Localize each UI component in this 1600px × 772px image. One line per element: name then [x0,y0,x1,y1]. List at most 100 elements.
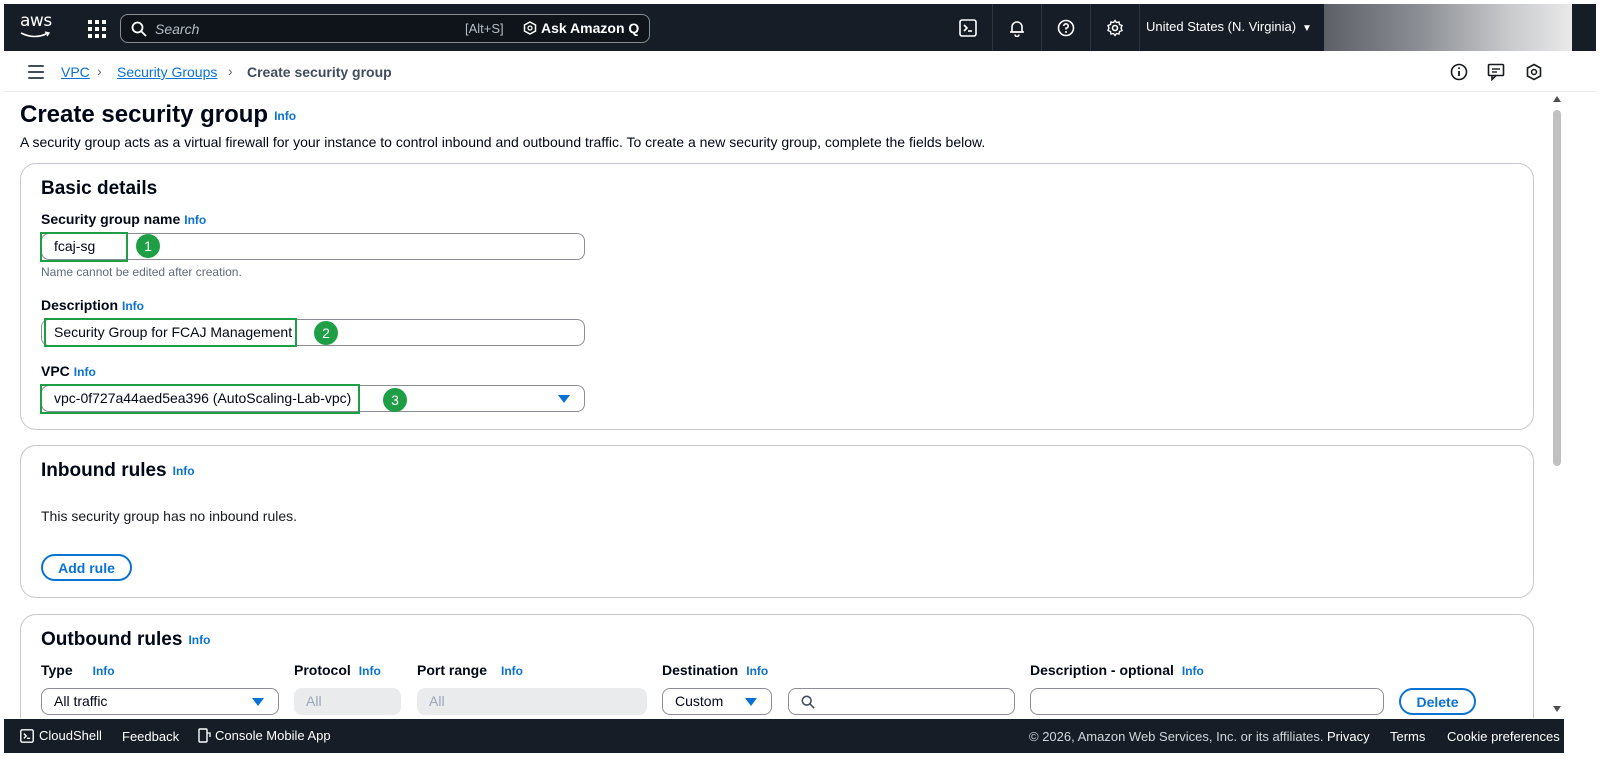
footer: CloudShell Feedback Console Mobile App ©… [4,719,1564,753]
scroll-down-icon[interactable] [1553,706,1561,712]
search-icon [131,21,147,37]
footer-mobile-app-label: Console Mobile App [215,728,331,743]
col-destination-header: Destination Info [662,662,768,678]
highlight-box-3 [40,384,360,414]
search-input[interactable]: Search [Alt+S] Ask Amazon Q [120,14,650,43]
breadcrumb-current: Create security group [247,64,392,80]
footer-cloudshell-link[interactable]: CloudShell [20,728,102,743]
mobile-app-icon [198,728,211,743]
caret-down-icon [252,698,264,706]
inbound-info-link[interactable]: Info [173,464,195,478]
ask-amazon-q-label: Ask Amazon Q [541,20,640,36]
col-type-header: Type Info [41,662,115,678]
col-destination-text: Destination [662,662,739,678]
account-menu-redacted[interactable] [1324,4,1572,51]
aws-logo[interactable]: aws [20,13,56,43]
description-info-link[interactable]: Info [122,299,144,313]
description-info-link[interactable]: Info [1182,664,1204,678]
inbound-rules-heading-text: Inbound rules [41,460,167,481]
scrollbar[interactable] [1550,92,1564,718]
step-badge-1: 1 [136,234,160,258]
footer-feedback-link[interactable]: Feedback [122,729,179,744]
inbound-rules-heading: Inbound rules Info [41,460,195,482]
outbound-info-link[interactable]: Info [188,633,210,647]
col-protocol-text: Protocol [294,662,351,678]
caret-down-icon [558,395,570,403]
ask-amazon-q-button[interactable]: Ask Amazon Q [523,20,639,36]
protocol-info-link[interactable]: Info [359,664,381,678]
destination-info-link[interactable]: Info [746,664,768,678]
caret-down-icon [745,698,757,706]
port-info-link[interactable]: Info [501,664,523,678]
aws-smile-icon [20,31,50,38]
top-navigation: aws Search [Alt+S] Ask Amazon Q United S… [4,4,1596,51]
help-icon[interactable] [1042,4,1091,51]
description-label-text: Description [41,297,119,313]
highlight-box-1 [40,232,128,262]
settings-icon[interactable] [1091,4,1140,51]
outbound-rules-heading: Outbound rules Info [41,629,210,651]
scrollbar-thumb[interactable] [1553,110,1561,466]
basic-details-panel: Basic details Security group name Info fc… [20,163,1534,430]
chevron-right-icon: › [97,63,102,79]
name-hint: Name cannot be edited after creation. [41,265,242,279]
aws-logo-text: aws [20,11,52,31]
add-rule-button[interactable]: Add rule [41,554,132,581]
amazon-q-icon[interactable] [1525,63,1543,81]
breadcrumb-vpc[interactable]: VPC [61,64,90,80]
cloudshell-icon[interactable] [944,4,993,51]
bell-icon[interactable] [993,4,1042,51]
caret-down-icon: ▼ [1302,23,1312,34]
step-badge-3: 3 [383,388,407,412]
basic-details-heading: Basic details [41,178,157,200]
security-group-name-label-text: Security group name [41,211,181,227]
delete-rule-button[interactable]: Delete [1399,688,1476,715]
col-protocol-header: Protocol Info [294,662,381,678]
page-info-link[interactable]: Info [274,109,296,123]
security-group-name-label: Security group name Info [41,211,206,227]
description-label: Description Info [41,297,144,313]
step-badge-2: 2 [314,321,338,345]
col-description-header: Description - optional Info [1030,662,1204,678]
search-icon [801,695,815,709]
col-port-header: Port range Info [417,662,523,678]
breadcrumb-security-groups[interactable]: Security Groups [117,64,217,80]
cloudshell-icon [20,728,34,743]
footer-mobile-app-link[interactable]: Console Mobile App [198,728,331,743]
menu-icon[interactable] [28,65,44,79]
page-title: Create security group Info [20,101,296,129]
amazon-q-icon [523,21,537,35]
destination-search-input[interactable] [788,688,1015,715]
search-placeholder: Search [155,21,200,37]
page-title-text: Create security group [20,101,269,128]
region-label: United States (N. Virginia) [1146,19,1297,34]
col-port-text: Port range [417,662,488,678]
type-select[interactable]: All traffic [41,688,279,715]
search-shortcut: [Alt+S] [465,21,504,36]
footer-cookie-preferences-link[interactable]: Cookie preferences [1447,729,1560,744]
scroll-up-icon[interactable] [1553,96,1561,102]
inbound-empty-text: This security group has no inbound rules… [41,508,298,524]
col-description-text: Description - optional [1030,662,1174,678]
feedback-icon[interactable] [1487,63,1505,81]
region-selector[interactable]: United States (N. Virginia) ▼ [1146,19,1312,34]
outbound-rules-heading-text: Outbound rules [41,629,183,650]
col-type-text: Type [41,662,73,678]
inbound-rules-panel: Inbound rules Info This security group ha… [20,445,1534,598]
footer-cloudshell-label: CloudShell [39,728,102,743]
vpc-label: VPC Info [41,363,96,379]
protocol-field: All [294,688,401,715]
apps-grid-icon[interactable] [88,20,106,38]
type-info-link[interactable]: Info [93,664,115,678]
breadcrumb-bar: VPC › Security Groups › Create security … [4,52,1596,92]
footer-terms-link[interactable]: Terms [1390,729,1425,744]
footer-privacy-link[interactable]: Privacy [1327,729,1370,744]
vpc-info-link[interactable]: Info [74,365,96,379]
page-description: A security group acts as a virtual firew… [20,134,986,150]
info-icon[interactable] [1450,63,1468,81]
highlight-box-2 [44,318,297,347]
basic-details-heading-text: Basic details [41,178,158,199]
rule-description-input[interactable] [1030,688,1384,715]
vpc-label-text: VPC [41,363,70,379]
name-info-link[interactable]: Info [184,213,206,227]
